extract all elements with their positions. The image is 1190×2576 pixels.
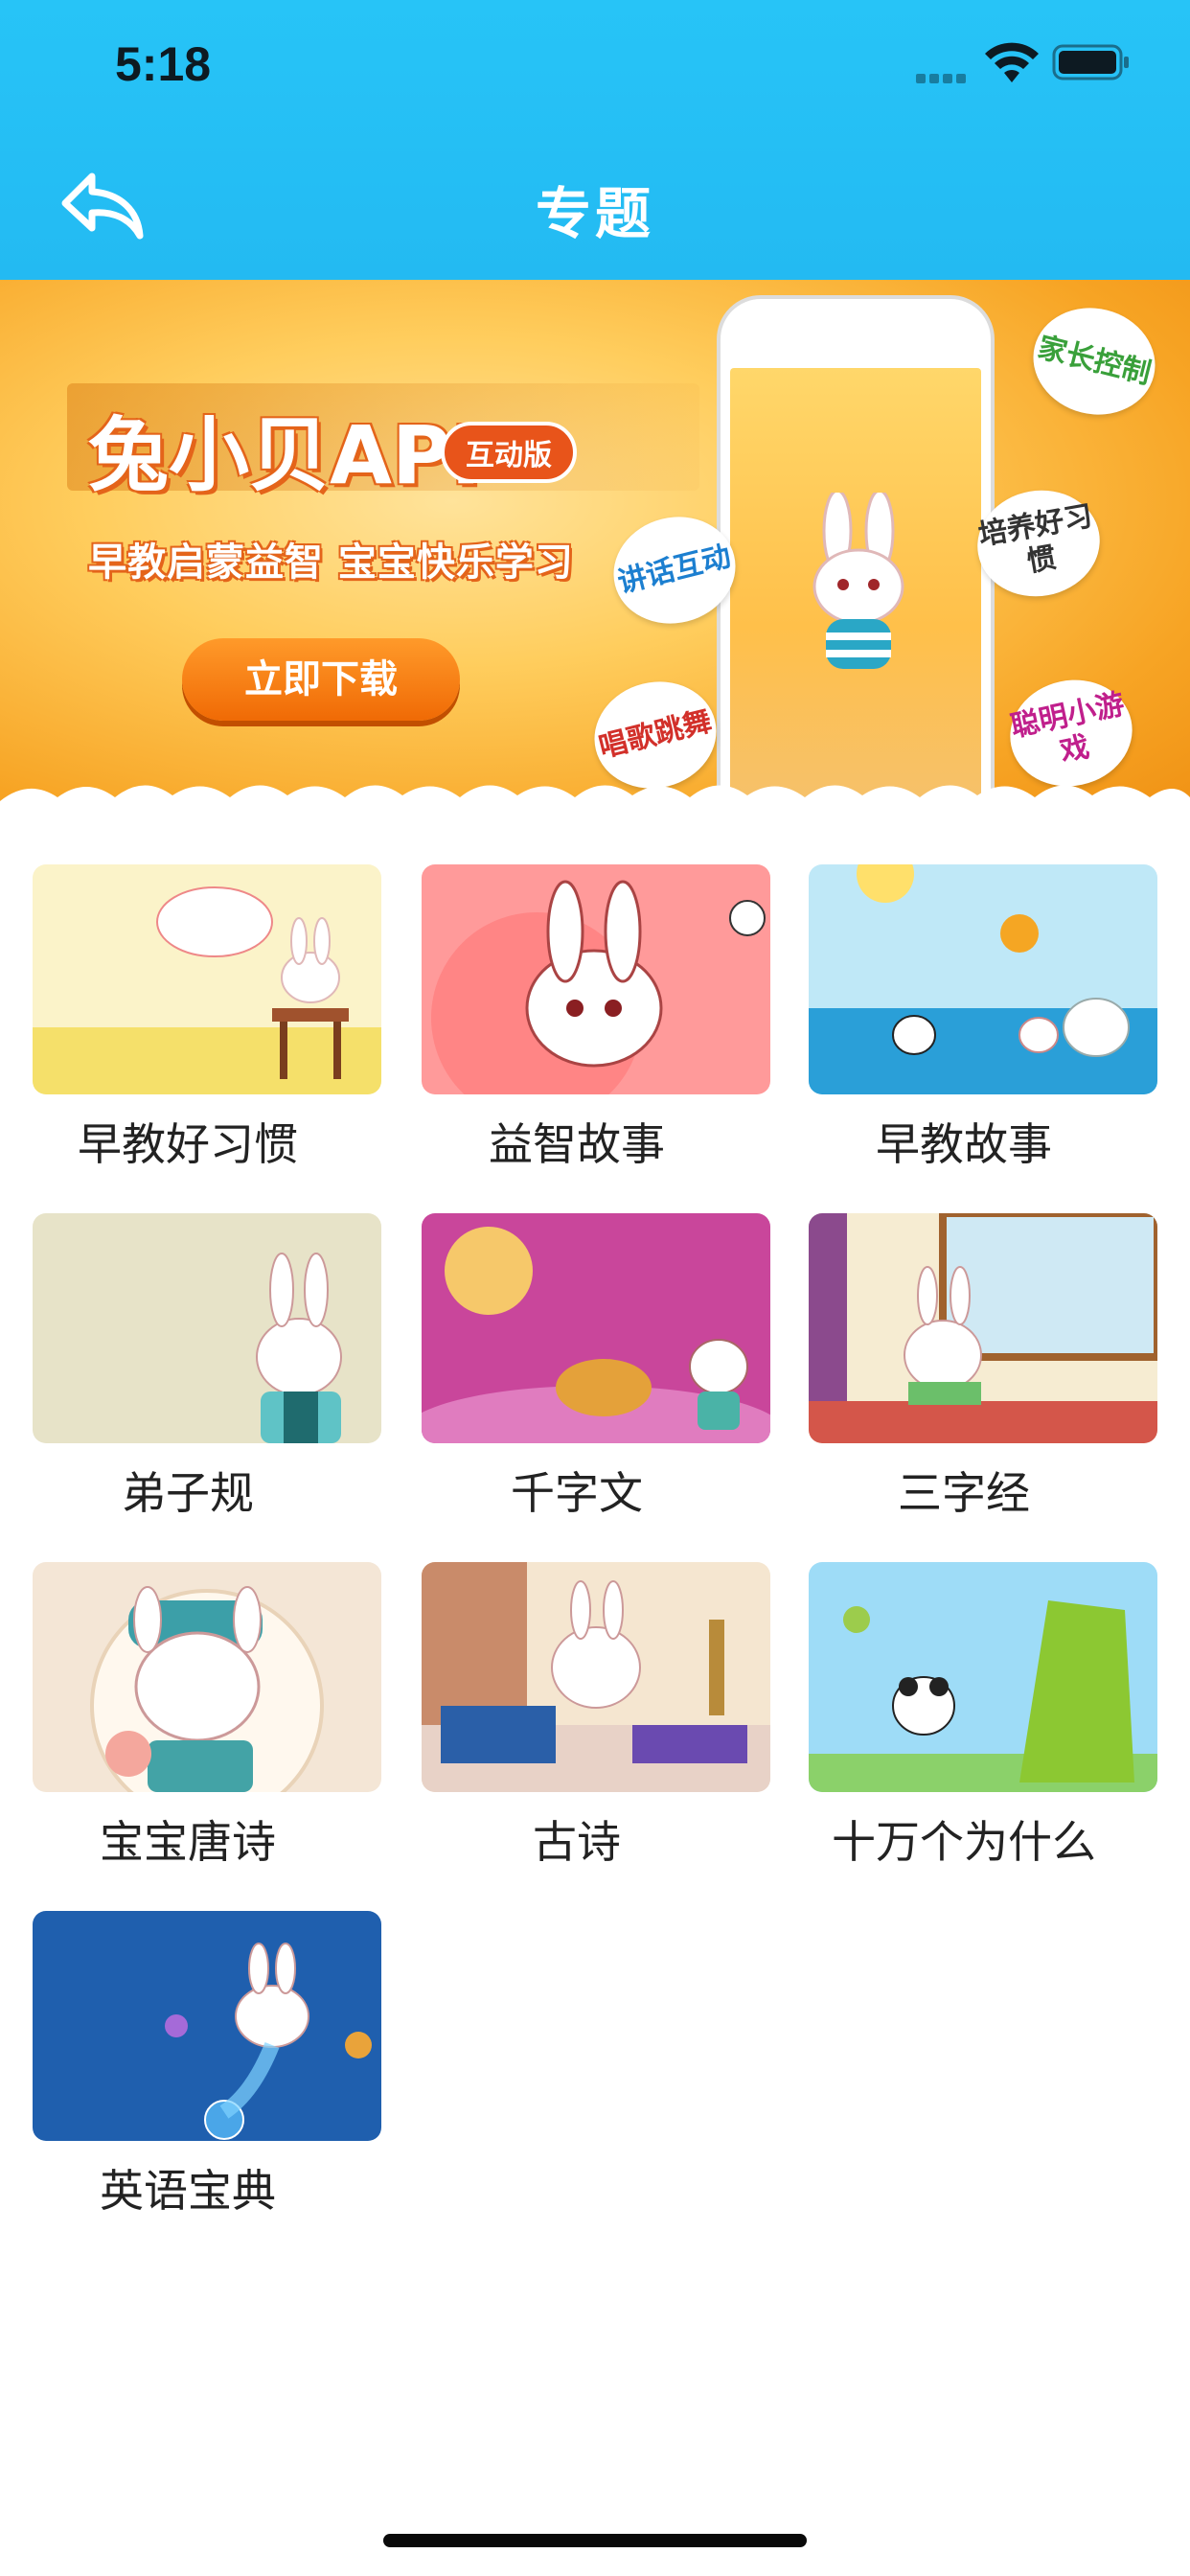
phone-illustration: [717, 295, 995, 832]
status-time: 5:18: [115, 37, 212, 91]
topic-thumbnail: [422, 1562, 770, 1792]
wifi-icon: [985, 42, 1039, 82]
promo-banner[interactable]: 兔小贝APP 互动版 早教启蒙益智 宝宝快乐学习 立即下载 家长控制 讲话互动 …: [0, 280, 1190, 834]
signal-icon: [916, 69, 973, 83]
bunny-illustration: [812, 493, 904, 669]
topic-label: 英语宝典: [100, 2165, 276, 2217]
topic-label: 宝宝唐诗: [100, 1816, 276, 1868]
banner-tagline: 早教启蒙益智 宝宝快乐学习: [88, 540, 574, 585]
banner-badge: 互动版: [441, 422, 577, 483]
topic-thumbnail: [422, 1213, 770, 1443]
topic-label: 弟子规: [122, 1467, 254, 1519]
battery-icon: [1052, 44, 1129, 80]
topic-thumbnail: [809, 1213, 1157, 1443]
topic-card[interactable]: 益智故事: [422, 864, 770, 1170]
topic-thumbnail: [33, 1911, 381, 2141]
topic-thumbnail: [422, 864, 770, 1094]
topic-card[interactable]: 古诗: [422, 1562, 770, 1868]
topic-thumbnail: [33, 864, 381, 1094]
topic-card[interactable]: 三字经: [809, 1213, 1157, 1519]
topic-card[interactable]: 英语宝典: [33, 1911, 381, 2217]
topic-label: 早教故事: [876, 1118, 1052, 1170]
topic-label: 十万个为什么: [832, 1816, 1096, 1868]
topic-label: 三字经: [898, 1467, 1030, 1519]
topic-label: 古诗: [533, 1816, 621, 1868]
topic-thumbnail: [809, 1562, 1157, 1792]
topic-card[interactable]: 千字文: [422, 1213, 770, 1519]
topic-label: 千字文: [511, 1467, 643, 1519]
cloud-border: [0, 785, 1190, 834]
topic-thumbnail: [33, 1213, 381, 1443]
topic-card[interactable]: 十万个为什么: [809, 1562, 1157, 1868]
topic-card[interactable]: 宝宝唐诗: [33, 1562, 381, 1868]
topic-card[interactable]: 早教好习惯: [33, 864, 381, 1170]
topic-label: 益智故事: [489, 1118, 665, 1170]
screen: 5:18 专题 兔小贝APP 互动版 早教启蒙益智 宝宝快乐学习 立即下载 家长…: [0, 0, 1190, 2576]
topic-card[interactable]: 早教故事: [809, 864, 1157, 1170]
topic-label: 早教好习惯: [78, 1118, 298, 1170]
topic-card[interactable]: 弟子规: [33, 1213, 381, 1519]
page-title: 专题: [535, 181, 654, 246]
bubble-parent-control: 家长控制: [1021, 295, 1167, 427]
top-bar: 5:18 专题: [0, 0, 1190, 280]
topic-thumbnail: [809, 864, 1157, 1094]
home-indicator: [383, 2534, 807, 2547]
topic-thumbnail: [33, 1562, 381, 1792]
download-button[interactable]: 立即下载: [182, 638, 460, 721]
